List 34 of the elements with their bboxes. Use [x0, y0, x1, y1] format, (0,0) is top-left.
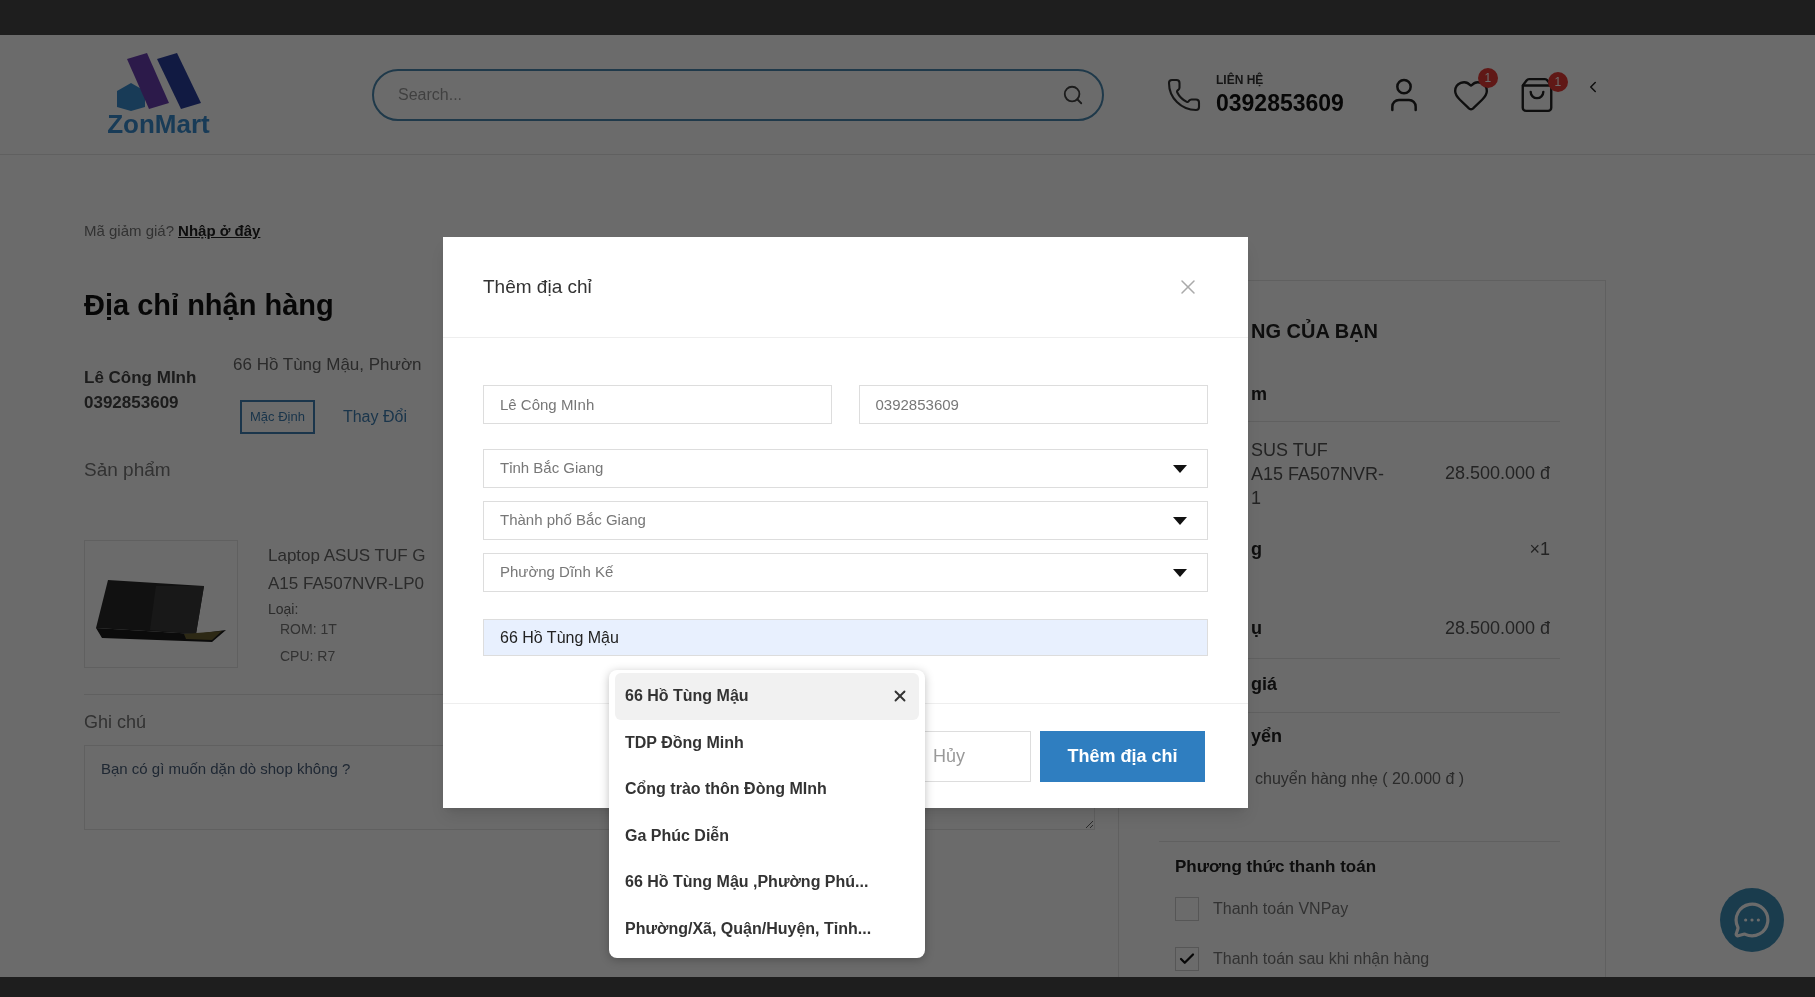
payment-option-label: Thanh toán VNPay	[1213, 899, 1349, 919]
summary-price: 28.500.000 đ	[1444, 461, 1550, 485]
contact-phone: 0392853609	[1216, 89, 1344, 118]
summary-product-line: A15 FA507NVR-	[1251, 463, 1385, 485]
section-heading: Địa chỉ nhận hàng	[84, 288, 334, 323]
summary-row-value: 28.500.000 đ	[1444, 616, 1550, 640]
summary-row-label: g	[1251, 537, 1262, 561]
cart-badge: 1	[1547, 71, 1568, 92]
summary-title: NG CỦA BẠN	[1250, 318, 1380, 344]
recipient-name: Lê Công MInh	[84, 367, 198, 389]
product-attribute: ROM: 1T	[279, 620, 338, 639]
shipping-label: yển	[1250, 724, 1284, 748]
product-title: A15 FA507NVR-LP0	[268, 573, 425, 595]
summary-row-label: ụ	[1251, 616, 1262, 640]
contact-label: LIÊN HỆ	[1216, 71, 1265, 90]
recipient-phone: 0392853609	[84, 392, 180, 414]
default-badge: Mặc Định	[240, 400, 315, 434]
products-heading: Sản phẩm	[84, 458, 171, 480]
address-text: 66 Hồ Tùng Mậu, Phườn	[233, 354, 422, 376]
summary-row-value: ×1	[1529, 537, 1550, 561]
wishlist-badge: 1	[1477, 67, 1498, 88]
note-label: Ghi chú	[84, 711, 147, 733]
payment-heading: Phương thức thanh toán	[1174, 856, 1378, 879]
column-header: m	[1250, 382, 1268, 406]
summary-product-line: 1	[1251, 487, 1262, 509]
discount-label: giá	[1250, 672, 1278, 696]
product-attribute: CPU: R7	[279, 647, 337, 666]
logo-text: ZonMart	[107, 110, 210, 137]
payment-option-label: Thanh toán sau khi nhận hàng	[1213, 949, 1430, 969]
product-title: Laptop ASUS TUF G	[268, 545, 426, 567]
type-label: Loại:	[268, 600, 300, 619]
dialog-title: Thêm địa chỉ	[483, 274, 592, 299]
summary-product-line: SUS TUF	[1251, 439, 1329, 461]
coupon-prompt: Mã giảm giá?	[84, 220, 175, 241]
